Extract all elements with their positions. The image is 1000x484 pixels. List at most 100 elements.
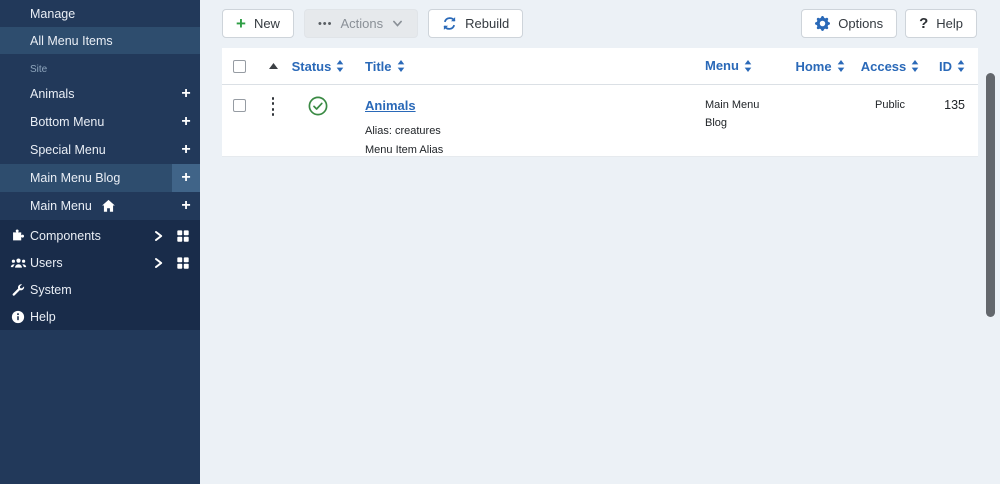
users-icon [6, 256, 30, 270]
sidebar-nav-label: Help [30, 310, 190, 324]
sidebar-nav-label: Users [30, 256, 153, 270]
sort-asc-icon [269, 63, 278, 69]
sort-icon [957, 60, 965, 72]
actions-button[interactable]: ••• Actions [304, 9, 418, 38]
menu-item-alias: Alias: creatures [365, 125, 705, 137]
chevron-right-icon[interactable] [153, 257, 164, 269]
sort-icon [397, 60, 405, 72]
sort-icon [911, 60, 919, 72]
drag-handle-icon[interactable] [272, 97, 275, 116]
toolbar: + New ••• Actions Rebuild [222, 9, 977, 38]
menu-item-title-text: Animals [365, 98, 416, 113]
main-area: + New ••• Actions Rebuild [200, 0, 1000, 484]
menu-items-table: Status Title Menu [222, 48, 978, 157]
sidebar-item-all-menu-items[interactable]: All Menu Items [0, 27, 200, 54]
sidebar-menu-bottom-menu[interactable]: Bottom Menu + [0, 108, 200, 136]
header-status[interactable]: Status [292, 59, 345, 74]
add-menu-item-button[interactable]: + [172, 80, 200, 108]
options-button-label: Options [838, 16, 883, 31]
rebuild-button[interactable]: Rebuild [428, 9, 523, 38]
checkbox-cell [222, 85, 256, 112]
admin-sidebar: Manage All Menu Items Site Animals+Botto… [0, 0, 200, 484]
puzzle-icon [6, 228, 30, 243]
header-home-label: Home [795, 59, 831, 74]
sidebar-site-menus: Animals+Bottom Menu+Special Menu+Main Me… [0, 80, 200, 220]
sidebar-item-help[interactable]: Help [0, 303, 200, 330]
home-icon [101, 199, 116, 213]
question-icon: ? [919, 15, 928, 32]
sidebar-menu-label: Main Menu [0, 199, 172, 213]
sidebar-item-users[interactable]: Users [0, 249, 200, 276]
check-circle-icon[interactable] [308, 96, 328, 116]
table-row: Animals Alias: creatures Menu Item Alias Ma… [222, 85, 978, 157]
add-menu-item-button[interactable]: + [172, 108, 200, 136]
ellipsis-icon: ••• [318, 18, 333, 30]
sort-icon [336, 60, 344, 72]
info-icon [6, 310, 30, 324]
menu-item-title-link[interactable]: Animals [365, 98, 416, 113]
sidebar-menu-label: Special Menu [0, 143, 172, 157]
add-menu-item-button[interactable]: + [172, 164, 200, 192]
header-access-label: Access [861, 59, 907, 74]
sidebar-menu-main-menu[interactable]: Main Menu + [0, 192, 200, 220]
sidebar-menu-label-text: Main Menu Blog [30, 171, 120, 185]
sidebar-menu-animals[interactable]: Animals + [0, 80, 200, 108]
add-menu-item-button[interactable]: + [172, 136, 200, 164]
order-cell [256, 85, 290, 116]
header-title-label: Title [365, 59, 392, 74]
sidebar-item-components[interactable]: Components [0, 222, 200, 249]
sidebar-menu-label-text: Bottom Menu [30, 115, 104, 129]
select-all-checkbox[interactable] [233, 60, 246, 73]
sidebar-nav-label: System [30, 283, 190, 297]
sidebar-nav-label: Components [30, 229, 153, 243]
menu-item-alias-text: Alias: creatures [365, 125, 441, 137]
dashboard-grid-icon[interactable] [176, 256, 190, 270]
item-id: 135 [930, 85, 978, 112]
sort-icon [837, 60, 845, 72]
add-menu-item-button[interactable]: + [172, 192, 200, 220]
new-button[interactable]: + New [222, 9, 294, 38]
sort-icon [744, 60, 752, 72]
sidebar-nav: Components Users System Help [0, 220, 200, 330]
toolbar-right-group: Options ? Help [801, 9, 977, 38]
options-button[interactable]: Options [801, 9, 897, 38]
help-button-label: Help [936, 16, 963, 31]
header-access[interactable]: Access [861, 59, 920, 74]
plus-icon: + [236, 15, 246, 32]
dashboard-grid-icon[interactable] [176, 229, 190, 243]
sidebar-menu-label-text: Animals [30, 87, 74, 101]
sidebar-menu-label-text: Main Menu [30, 199, 92, 213]
order-column-header[interactable] [256, 63, 290, 69]
menu-name: Main Menu Blog [705, 85, 790, 132]
menu-item-type: Menu Item Alias [365, 144, 705, 156]
sidebar-menu-main-menu-blog[interactable]: Main Menu Blog + [0, 164, 200, 192]
sidebar-item-system[interactable]: System [0, 276, 200, 303]
actions-button-label: Actions [341, 16, 384, 31]
sidebar-menu-label: Main Menu Blog [0, 171, 172, 185]
sidebar-site-heading: Site [0, 54, 200, 80]
menu-item-type-text: Menu Item Alias [365, 144, 443, 156]
sidebar-item-manage[interactable]: Manage [0, 0, 200, 27]
header-title[interactable]: Title [365, 59, 405, 74]
header-menu-label: Menu [705, 56, 739, 77]
header-id-label: ID [939, 59, 952, 74]
sidebar-item-all-menu-items-label: All Menu Items [30, 34, 113, 48]
refresh-icon [442, 16, 457, 31]
sidebar-item-manage-label: Manage [30, 7, 75, 21]
table-header-row: Status Title Menu [222, 48, 978, 85]
title-cell: Animals Alias: creatures Menu Item Alias [346, 85, 705, 156]
sidebar-menu-special-menu[interactable]: Special Menu+ [0, 136, 200, 164]
header-menu[interactable]: Menu [705, 56, 752, 77]
help-button[interactable]: ? Help [905, 9, 977, 38]
joomla-menu-items-screen: Manage All Menu Items Site Animals+Botto… [0, 0, 1000, 484]
sidebar-menu-label: Animals [0, 87, 172, 101]
scrollbar-thumb[interactable] [986, 73, 995, 317]
wrench-icon [6, 283, 30, 297]
new-button-label: New [254, 16, 280, 31]
header-id[interactable]: ID [939, 59, 965, 74]
access-level: Public [850, 85, 930, 111]
header-home[interactable]: Home [795, 59, 844, 74]
gear-icon [815, 16, 830, 31]
row-checkbox[interactable] [233, 99, 246, 112]
chevron-right-icon[interactable] [153, 230, 164, 242]
